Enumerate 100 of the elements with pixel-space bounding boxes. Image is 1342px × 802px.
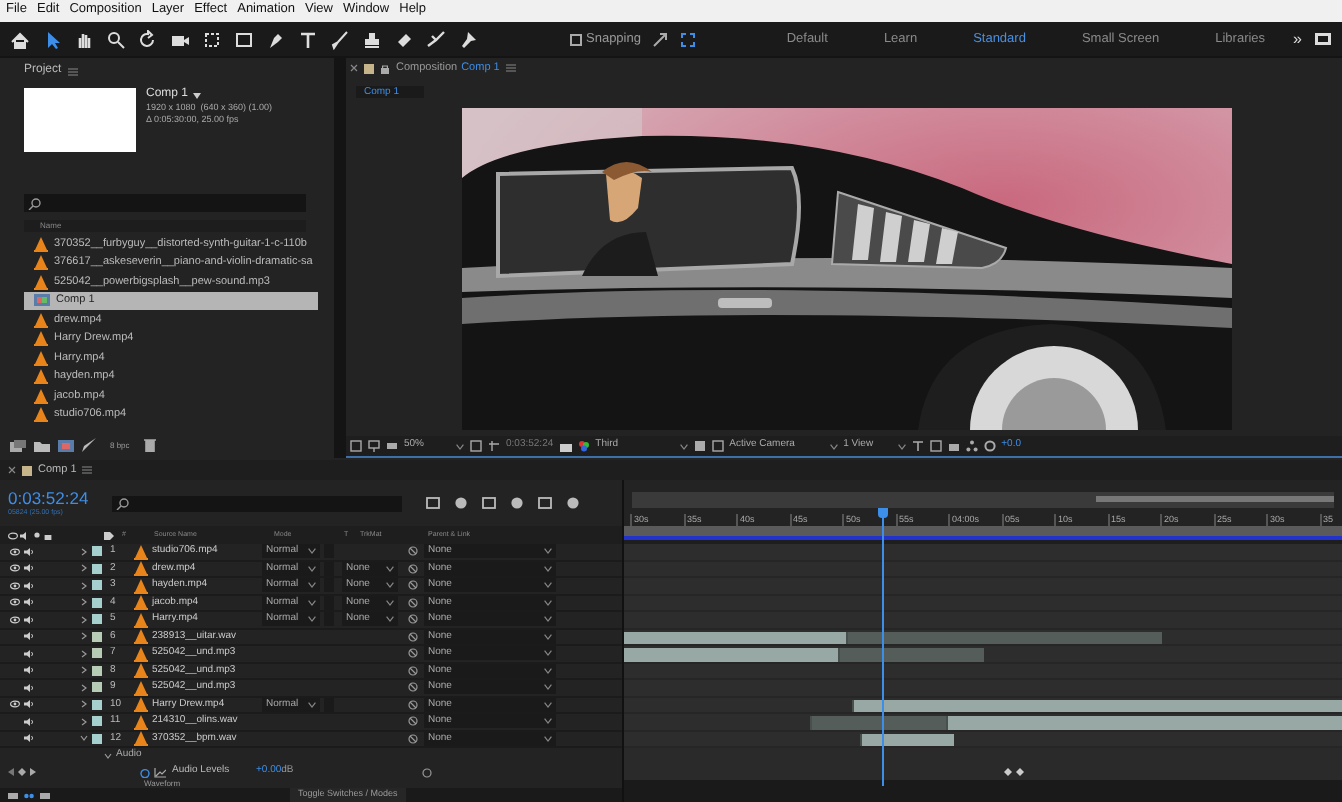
- overflow-button[interactable]: »: [1293, 31, 1302, 47]
- label-color[interactable]: [92, 631, 102, 642]
- search-icon[interactable]: [106, 29, 126, 49]
- snapshot-icon[interactable]: [559, 441, 572, 451]
- label-color[interactable]: [92, 716, 102, 727]
- speaker-icon[interactable]: [24, 717, 34, 726]
- solo-icon[interactable]: [34, 532, 40, 538]
- speaker-icon[interactable]: [24, 632, 34, 641]
- eye-icon[interactable]: [10, 547, 20, 556]
- label-color[interactable]: [92, 648, 102, 659]
- pick-whip-icon[interactable]: [408, 631, 418, 642]
- snapping-checkbox[interactable]: [570, 33, 582, 45]
- label-color[interactable]: [92, 597, 102, 608]
- speaker-icon[interactable]: [24, 683, 34, 692]
- selection-arrow-icon[interactable]: [42, 29, 62, 49]
- pen-icon[interactable]: [266, 29, 286, 49]
- playhead-handle[interactable]: [877, 508, 888, 518]
- graph-icon[interactable]: [154, 767, 166, 777]
- folder-icon[interactable]: [34, 439, 50, 451]
- brush-icon[interactable]: [330, 29, 350, 49]
- stopwatch-icon[interactable]: [140, 767, 150, 777]
- pick-whip-icon[interactable]: [421, 767, 432, 777]
- panel-icon[interactable]: [1314, 32, 1332, 46]
- label-color[interactable]: [92, 563, 102, 574]
- new-comp-icon[interactable]: [58, 439, 74, 451]
- speaker-icon[interactable]: [24, 649, 34, 658]
- speaker-icon[interactable]: [24, 598, 34, 607]
- eye-icon[interactable]: [10, 581, 20, 590]
- eye-icon[interactable]: [10, 564, 20, 573]
- clip-edge[interactable]: [809, 716, 812, 729]
- label-color[interactable]: [92, 682, 102, 693]
- lock-icon[interactable]: [380, 63, 390, 73]
- eye-icon[interactable]: [10, 615, 20, 624]
- search-field[interactable]: [112, 495, 402, 511]
- layer-bar[interactable]: [624, 631, 1163, 644]
- eraser-icon[interactable]: [394, 29, 414, 49]
- pick-whip-icon[interactable]: [408, 699, 418, 710]
- speaker-icon[interactable]: [20, 531, 30, 539]
- previous-keyframe-icon[interactable]: [8, 768, 14, 776]
- clip-edge[interactable]: [859, 733, 862, 746]
- speaker-icon[interactable]: [24, 581, 34, 590]
- label-color[interactable]: [92, 614, 102, 625]
- clip-edge[interactable]: [845, 631, 848, 644]
- snap-option-icon[interactable]: [652, 31, 669, 47]
- speaker-icon[interactable]: [24, 547, 34, 556]
- type-icon[interactable]: [298, 29, 318, 49]
- snap-expand-icon[interactable]: [680, 31, 697, 47]
- label-color[interactable]: [92, 665, 102, 676]
- roto-brush-icon[interactable]: [426, 29, 446, 49]
- pick-whip-icon[interactable]: [408, 563, 418, 574]
- pick-whip-icon[interactable]: [408, 733, 418, 744]
- stamp-icon[interactable]: [362, 29, 382, 49]
- brush-icon[interactable]: [82, 438, 96, 452]
- current-time[interactable]: 0:03:52:24: [8, 490, 104, 508]
- rectangle-icon[interactable]: [234, 29, 254, 49]
- pick-whip-icon[interactable]: [408, 597, 418, 608]
- pick-whip-icon[interactable]: [408, 546, 418, 557]
- pick-whip-icon[interactable]: [408, 682, 418, 693]
- channel-icon[interactable]: [577, 440, 590, 452]
- home-icon[interactable]: [10, 29, 30, 49]
- close-icon[interactable]: [350, 64, 358, 72]
- navigator-bar[interactable]: [632, 492, 1334, 508]
- speaker-icon[interactable]: [24, 615, 34, 624]
- clip-edge[interactable]: [852, 699, 855, 712]
- speaker-icon[interactable]: [24, 700, 34, 709]
- eye-icon[interactable]: [10, 700, 20, 709]
- layer-bar[interactable]: [624, 648, 983, 661]
- speaker-icon[interactable]: [24, 734, 34, 743]
- lock-icon[interactable]: [44, 531, 52, 539]
- grid-icon[interactable]: [488, 440, 500, 452]
- tag-icon[interactable]: [104, 531, 114, 539]
- label-color[interactable]: [92, 580, 102, 591]
- pick-whip-icon[interactable]: [408, 665, 418, 676]
- label-color[interactable]: [92, 699, 102, 710]
- keyframe-icon[interactable]: [18, 768, 26, 776]
- trash-icon[interactable]: [143, 438, 156, 452]
- clip-edge[interactable]: [838, 648, 841, 661]
- pick-whip-icon[interactable]: [408, 614, 418, 625]
- label-color[interactable]: [92, 546, 102, 557]
- pan-icon[interactable]: [202, 29, 222, 49]
- rotate-icon[interactable]: [138, 29, 158, 49]
- toggle-pixel-icon[interactable]: [911, 440, 924, 452]
- close-icon[interactable]: [8, 466, 16, 474]
- speaker-icon[interactable]: [24, 666, 34, 675]
- eye-icon[interactable]: [8, 531, 18, 539]
- eye-icon[interactable]: [10, 598, 20, 607]
- pick-whip-icon[interactable]: [408, 716, 418, 727]
- pick-whip-icon[interactable]: [408, 580, 418, 591]
- zoom-handle[interactable]: [1095, 496, 1334, 502]
- pick-whip-icon[interactable]: [408, 648, 418, 659]
- pin-icon[interactable]: [458, 29, 478, 49]
- flowchart-icon[interactable]: [965, 440, 978, 452]
- flowchart-icon[interactable]: [24, 791, 34, 799]
- caret-icon[interactable]: [192, 91, 203, 99]
- interpret-footage-icon[interactable]: [10, 439, 26, 451]
- exposure-icon[interactable]: [983, 440, 996, 452]
- next-keyframe-icon[interactable]: [30, 768, 36, 776]
- search-field[interactable]: [24, 194, 306, 212]
- label-color[interactable]: [92, 733, 102, 744]
- monitor-icon[interactable]: [368, 440, 380, 452]
